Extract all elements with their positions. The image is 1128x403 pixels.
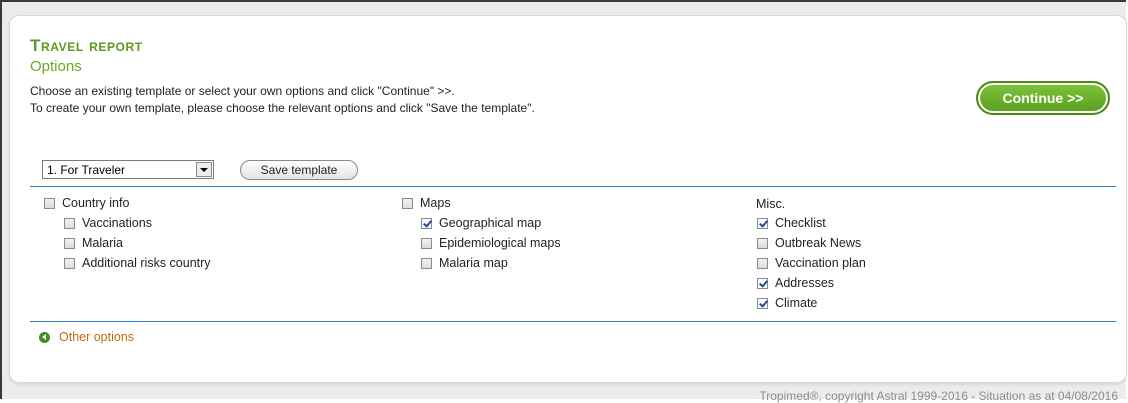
country-info-checkbox[interactable] bbox=[44, 197, 55, 209]
addresses-option[interactable]: Addresses bbox=[757, 276, 834, 290]
malaria-map-checkbox[interactable] bbox=[421, 257, 432, 269]
other-options-label[interactable]: Other options bbox=[59, 330, 134, 344]
geographical-map-option[interactable]: Geographical map bbox=[421, 216, 541, 230]
divider-top bbox=[30, 186, 1116, 187]
vaccinations-option[interactable]: Vaccinations bbox=[64, 216, 152, 230]
maps-label: Maps bbox=[420, 196, 451, 210]
vaccinations-checkbox[interactable] bbox=[64, 217, 75, 229]
options-heading: Options bbox=[30, 58, 82, 75]
checklist-checkbox[interactable] bbox=[757, 217, 768, 229]
geographical-map-checkbox[interactable] bbox=[421, 217, 432, 229]
malaria-map-option[interactable]: Malaria map bbox=[421, 256, 508, 270]
vaccination-plan-checkbox[interactable] bbox=[757, 257, 768, 269]
copyright-footer: Tropimed®, copyright Astral 1999-2016 - … bbox=[759, 389, 1118, 403]
geographical-map-label: Geographical map bbox=[439, 216, 542, 230]
outbreak-news-checkbox[interactable] bbox=[757, 237, 768, 249]
template-select[interactable]: 1. For Traveler bbox=[42, 160, 214, 179]
vaccination-plan-option[interactable]: Vaccination plan bbox=[757, 256, 866, 270]
divider-bottom bbox=[30, 321, 1116, 322]
misc-label: Misc. bbox=[756, 197, 786, 211]
malaria-option[interactable]: Malaria bbox=[64, 236, 123, 250]
other-options-link[interactable]: Other options bbox=[39, 330, 134, 344]
checklist-option[interactable]: Checklist bbox=[757, 216, 826, 230]
epidemiological-maps-label: Epidemiological maps bbox=[439, 236, 561, 250]
malaria-checkbox[interactable] bbox=[64, 237, 75, 249]
vaccinations-label: Vaccinations bbox=[82, 216, 152, 230]
page-title: Travel report bbox=[30, 36, 143, 56]
outbreak-news-label: Outbreak News bbox=[775, 236, 862, 250]
checklist-label: Checklist bbox=[775, 216, 826, 230]
epidemiological-maps-option[interactable]: Epidemiological maps bbox=[421, 236, 561, 250]
country-info-option[interactable]: Country info bbox=[44, 196, 129, 210]
vaccination-plan-label: Vaccination plan bbox=[775, 256, 866, 270]
addresses-checkbox[interactable] bbox=[757, 277, 768, 289]
page-title-text: Travel report bbox=[30, 36, 143, 55]
malaria-label: Malaria bbox=[82, 236, 123, 250]
addresses-label: Addresses bbox=[775, 276, 835, 290]
additional-risks-checkbox[interactable] bbox=[64, 257, 75, 269]
description-line-1: Choose an existing template or select yo… bbox=[30, 84, 455, 98]
maps-checkbox[interactable] bbox=[402, 197, 413, 209]
continue-button[interactable]: Continue >> bbox=[976, 81, 1110, 115]
epidemiological-maps-checkbox[interactable] bbox=[421, 237, 432, 249]
expand-arrow-icon[interactable] bbox=[39, 331, 50, 343]
chevron-down-icon[interactable] bbox=[196, 162, 212, 177]
climate-checkbox[interactable] bbox=[757, 297, 768, 309]
additional-risks-label: Additional risks country bbox=[82, 256, 211, 270]
template-select-value: 1. For Traveler bbox=[47, 163, 126, 177]
additional-risks-option[interactable]: Additional risks country bbox=[64, 256, 211, 270]
save-template-button[interactable]: Save template bbox=[240, 160, 358, 180]
climate-label: Climate bbox=[775, 296, 818, 310]
climate-option[interactable]: Climate bbox=[757, 296, 817, 310]
country-info-label: Country info bbox=[62, 196, 130, 210]
maps-option[interactable]: Maps bbox=[402, 196, 451, 210]
malaria-map-label: Malaria map bbox=[439, 256, 508, 270]
description-line-2: To create your own template, please choo… bbox=[30, 101, 535, 115]
travel-report-panel bbox=[9, 15, 1127, 383]
outbreak-news-option[interactable]: Outbreak News bbox=[757, 236, 861, 250]
